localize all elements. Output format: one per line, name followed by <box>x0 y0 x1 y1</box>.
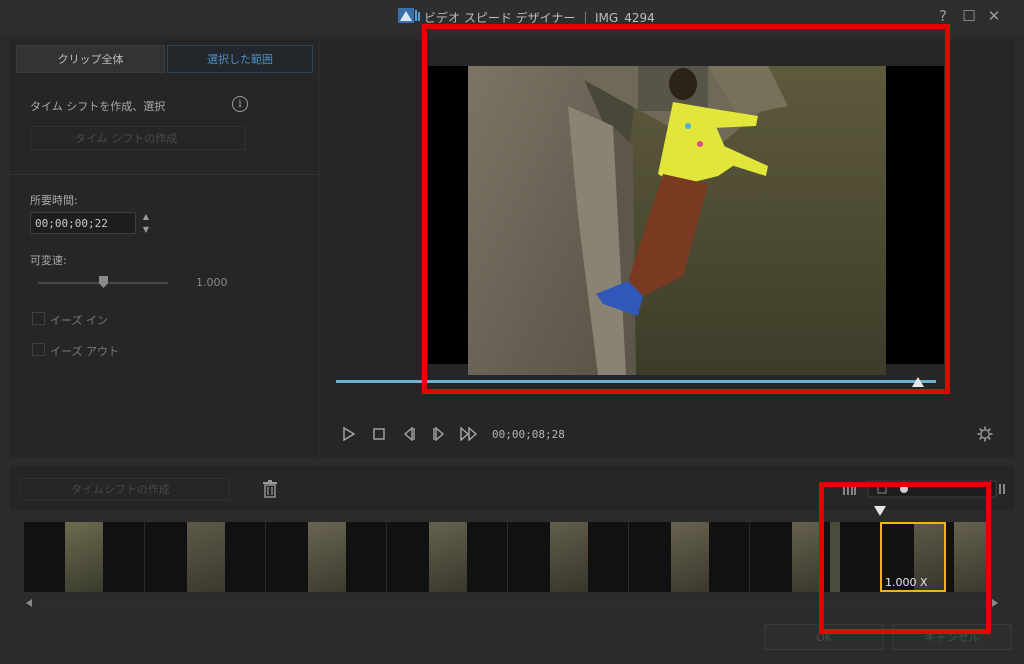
previous-frame-button[interactable] <box>394 424 424 444</box>
play-icon <box>343 427 355 441</box>
chevron-up-icon[interactable]: ▲ <box>143 212 149 221</box>
close-button[interactable]: ✕ <box>985 7 1003 25</box>
stop-icon <box>373 428 385 440</box>
duration-label: 所要時間: <box>30 194 78 207</box>
timeline-thumbnail <box>24 522 145 592</box>
speed-settings-panel: クリップ全体 選択した範囲 タイム シフトを作成、選択 i タイム シフトの作成… <box>10 40 318 458</box>
create-timeshift-button[interactable]: タイム シフトの作成 <box>30 126 246 150</box>
preview-frame-image <box>468 66 886 375</box>
info-icon[interactable]: i <box>232 96 248 112</box>
timeline-thumbnail <box>629 522 750 592</box>
app-logo-icon <box>398 8 420 23</box>
timeline-zoom-controls[interactable] <box>842 480 1006 498</box>
fast-forward-icon <box>460 427 478 441</box>
timeline-create-timeshift-label: タイムシフトの作成 <box>71 483 170 496</box>
thumbnail-image <box>187 522 225 592</box>
help-button[interactable]: ? <box>934 7 952 25</box>
play-button[interactable] <box>334 424 364 444</box>
variable-speed-label: 可変速: <box>30 254 67 267</box>
timeline-thumbnails[interactable] <box>24 522 992 592</box>
divider <box>10 174 318 175</box>
ease-in-checkbox[interactable] <box>32 312 45 325</box>
timeline-scrollbar[interactable] <box>24 596 1000 610</box>
timecode: 00;00;08;28 <box>492 427 565 441</box>
timeline-playhead[interactable] <box>874 506 886 516</box>
trash-icon[interactable] <box>262 480 278 498</box>
next-frame-button[interactable] <box>424 424 454 444</box>
speed-value: 1.000 <box>196 276 228 289</box>
window-title: ビデオ スピード デザイナー ｜ IMG_4294 <box>424 11 655 25</box>
tab-whole-clip[interactable]: クリップ全体 <box>16 45 165 73</box>
cancel-button[interactable]: キャンセル <box>892 624 1012 650</box>
thumbnail-image <box>954 522 991 592</box>
chevron-down-icon[interactable]: ▼ <box>143 225 149 234</box>
thumbnail-image <box>792 522 823 592</box>
maximize-button[interactable]: ☐ <box>960 7 978 25</box>
gear-icon <box>977 426 993 442</box>
scroll-left-icon <box>26 599 32 607</box>
timeline-zoom-icon <box>843 480 1005 498</box>
video-top-band <box>428 52 944 66</box>
thumbnail-image <box>550 522 588 592</box>
timeline-thumbnail <box>145 522 266 592</box>
timeline-thumbnail <box>387 522 508 592</box>
scroll-right-icon <box>992 599 998 607</box>
ease-in-label: イーズ イン <box>50 314 108 327</box>
fast-forward-button[interactable] <box>454 424 484 444</box>
timeline-thumbnail <box>266 522 387 592</box>
next-frame-icon <box>433 427 445 441</box>
tab-selected-range[interactable]: 選択した範囲 <box>167 45 313 73</box>
timeline-create-timeshift-button[interactable]: タイムシフトの作成 <box>20 478 230 500</box>
thumbnail-image <box>308 522 346 592</box>
timeline-thumbnail <box>750 522 824 592</box>
create-timeshift-label: タイム シフトの作成 <box>75 132 178 145</box>
dialog-footer: OK キャンセル <box>0 612 1024 664</box>
title-bar: ビデオ スピード デザイナー ｜ IMG_4294 ? ☐ ✕ <box>0 0 1024 34</box>
preview-scrub-bar[interactable] <box>336 380 936 383</box>
video-preview <box>428 52 944 375</box>
timeshift-section-label: タイム シフトを作成、選択 <box>30 100 166 113</box>
previous-frame-icon <box>403 427 415 441</box>
thumbnail-image <box>671 522 709 592</box>
thumbnail-image <box>65 522 103 592</box>
preview-panel: 00;00;08;28 <box>320 40 1014 458</box>
ease-out-checkbox[interactable] <box>32 343 45 356</box>
stop-button[interactable] <box>364 424 394 444</box>
playback-controls: 00;00;08;28 <box>334 424 565 444</box>
duration-field[interactable]: 00;00;00;22 <box>30 212 136 234</box>
ease-out-label: イーズ アウト <box>50 345 119 358</box>
timeline-thumbnail <box>508 522 629 592</box>
duration-stepper[interactable]: ▲ ▼ <box>138 212 154 234</box>
thumbnail-image <box>429 522 467 592</box>
ok-button[interactable]: OK <box>764 624 884 650</box>
settings-button[interactable] <box>976 425 994 443</box>
speed-slider-thumb[interactable] <box>99 276 108 288</box>
timeline-toolbar: タイムシフトの作成 <box>10 466 1014 510</box>
thumbnail-image <box>830 522 840 592</box>
speed-multiplier-label: 1.000 X <box>885 576 928 589</box>
